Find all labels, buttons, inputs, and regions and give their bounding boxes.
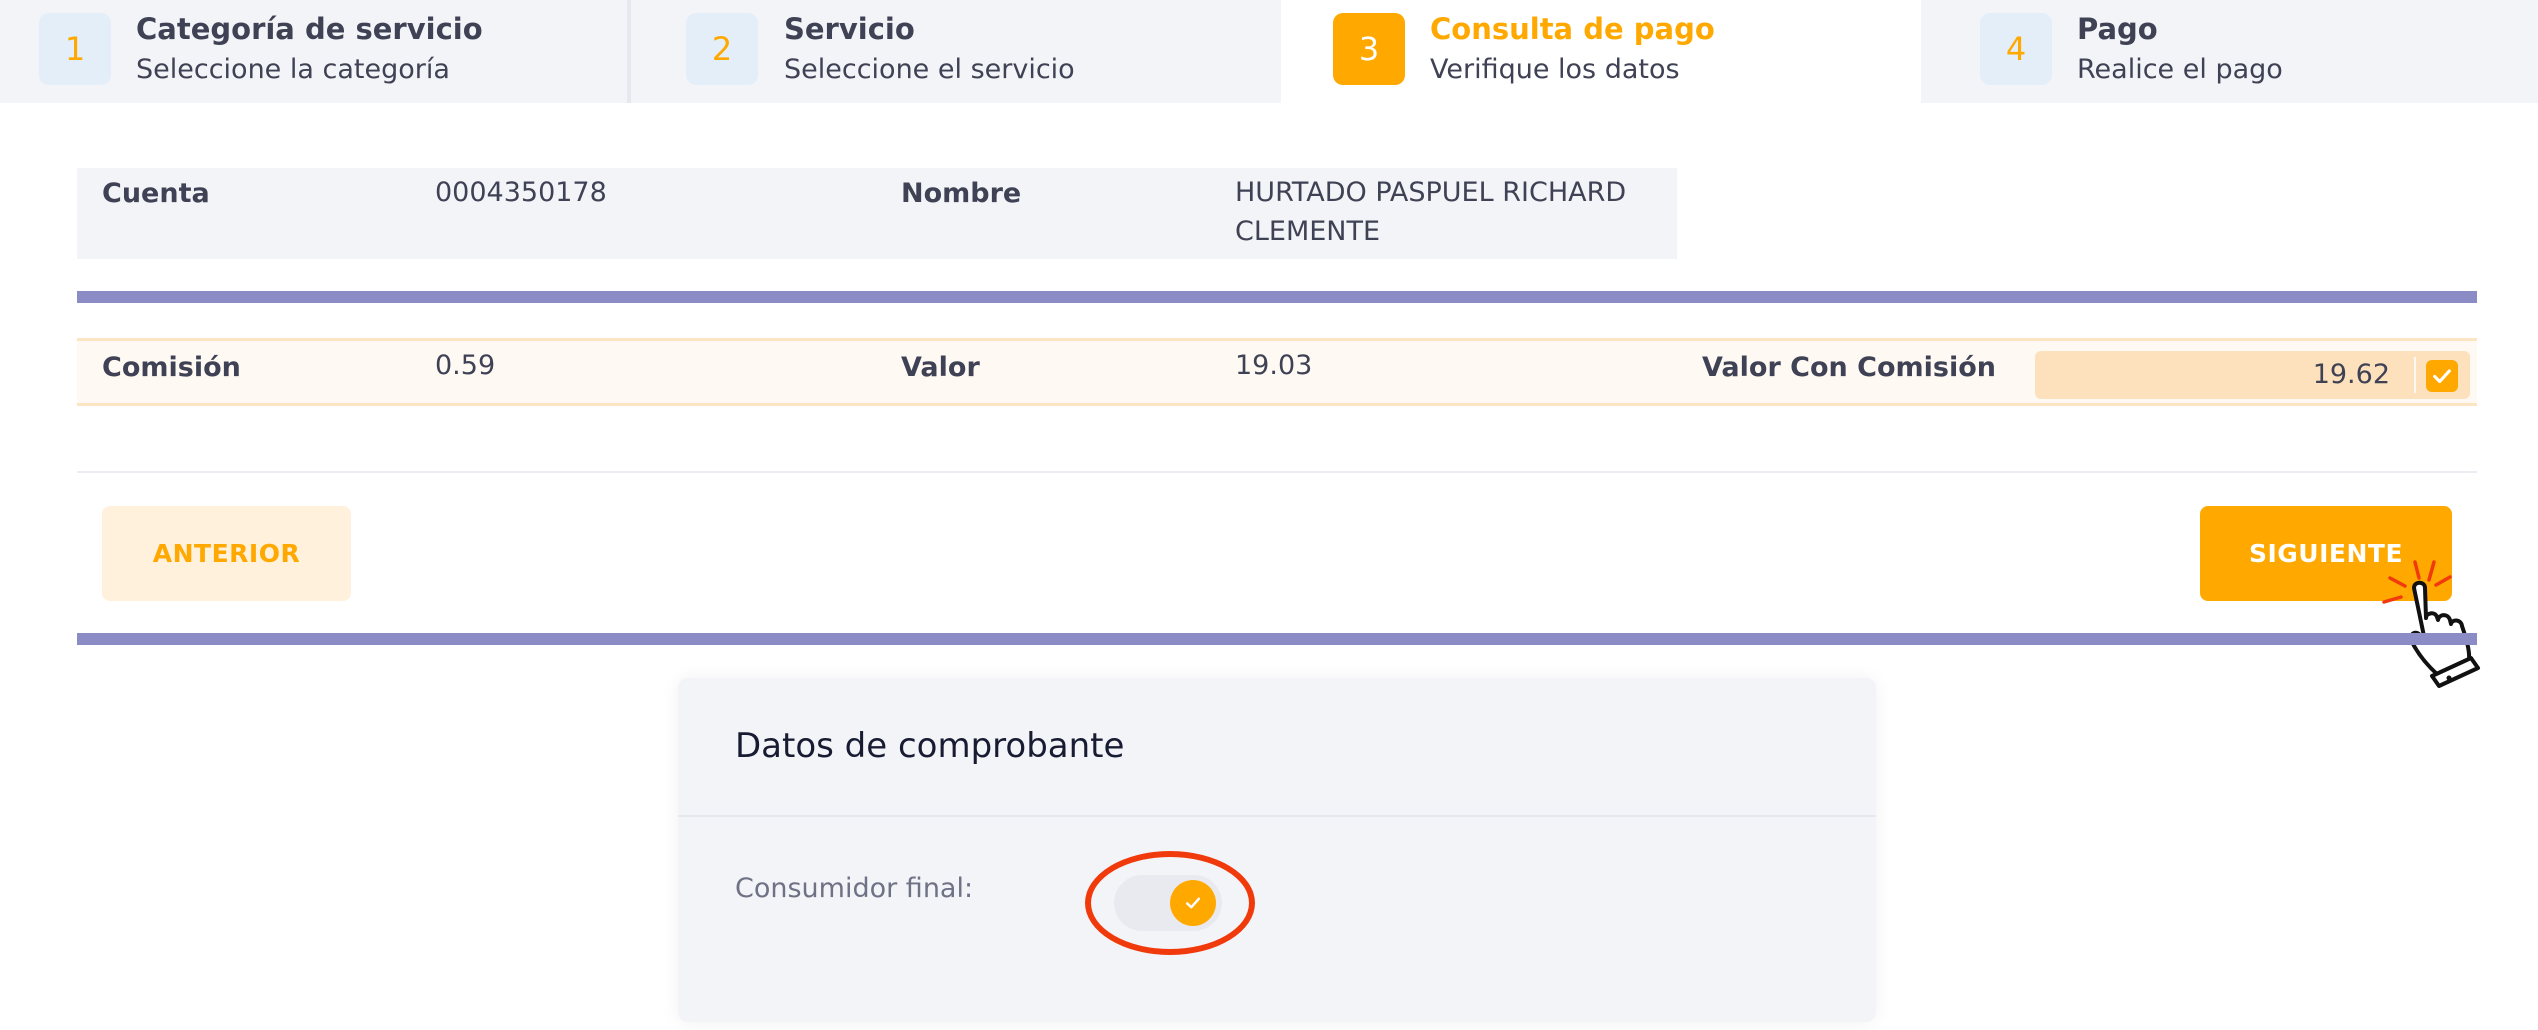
card-title: Datos de comprobante xyxy=(735,726,1125,766)
nombre-label: Nombre xyxy=(901,178,1022,209)
step-title: Consulta de pago xyxy=(1430,12,1715,46)
step-subtitle: Seleccione la categoría xyxy=(136,54,450,85)
step-4[interactable]: 4 Pago Realice el pago xyxy=(1928,0,2538,103)
step-number: 4 xyxy=(1980,13,2052,85)
account-info: Cuenta 0004350178 Nombre HURTADO PASPUEL… xyxy=(77,168,1677,259)
check-icon xyxy=(2433,369,2451,384)
step-2[interactable]: 2 Servicio Seleccione el servicio xyxy=(632,0,1274,103)
comision-label: Comisión xyxy=(102,352,241,383)
comision-value: 0.59 xyxy=(435,350,496,381)
step-title: Pago xyxy=(2077,12,2158,46)
step-number: 1 xyxy=(39,13,111,85)
check-icon xyxy=(1185,897,1201,909)
receipt-card: Datos de comprobante Consumidor final: xyxy=(678,678,1876,1022)
commission-row: Comisión 0.59 Valor 19.03 Valor Con Comi… xyxy=(77,338,2477,406)
toggle-knob xyxy=(1170,880,1216,926)
step-subtitle: Seleccione el servicio xyxy=(784,54,1075,85)
step-3-active[interactable]: 3 Consulta de pago Verifique los datos xyxy=(1281,0,1921,103)
step-subtitle: Verifique los datos xyxy=(1430,54,1680,85)
step-number: 3 xyxy=(1333,13,1405,85)
valor-label: Valor xyxy=(901,352,980,383)
card-header: Datos de comprobante xyxy=(678,678,1876,817)
valor-value: 19.03 xyxy=(1235,350,1313,381)
valor-con-comision-label: Valor Con Comisión xyxy=(1702,352,1996,383)
cuenta-value: 0004350178 xyxy=(435,177,607,208)
field-divider xyxy=(2414,357,2416,393)
consumidor-final-label: Consumidor final: xyxy=(735,873,974,904)
divider-line xyxy=(77,471,2477,473)
section-divider xyxy=(77,291,2477,303)
step-1[interactable]: 1 Categoría de servicio Seleccione la ca… xyxy=(0,0,627,103)
cuenta-label: Cuenta xyxy=(102,178,210,209)
step-separator xyxy=(627,0,631,103)
step-subtitle: Realice el pago xyxy=(2077,54,2283,85)
nombre-value: HURTADO PASPUEL RICHARD CLEMENTE xyxy=(1235,177,1627,247)
anterior-button[interactable]: ANTERIOR xyxy=(102,506,351,601)
step-title: Servicio xyxy=(784,12,915,46)
hand-pointer-icon xyxy=(2382,560,2480,688)
stepper: 1 Categoría de servicio Seleccione la ca… xyxy=(0,0,2538,103)
section-divider xyxy=(77,633,2477,645)
consumidor-final-toggle[interactable] xyxy=(1114,875,1222,931)
valor-con-comision-field[interactable]: 19.62 xyxy=(2035,351,2470,399)
step-number: 2 xyxy=(686,13,758,85)
step-title: Categoría de servicio xyxy=(136,12,483,46)
total-checkbox[interactable] xyxy=(2426,360,2458,392)
valor-con-comision-value: 19.62 xyxy=(2312,359,2390,390)
